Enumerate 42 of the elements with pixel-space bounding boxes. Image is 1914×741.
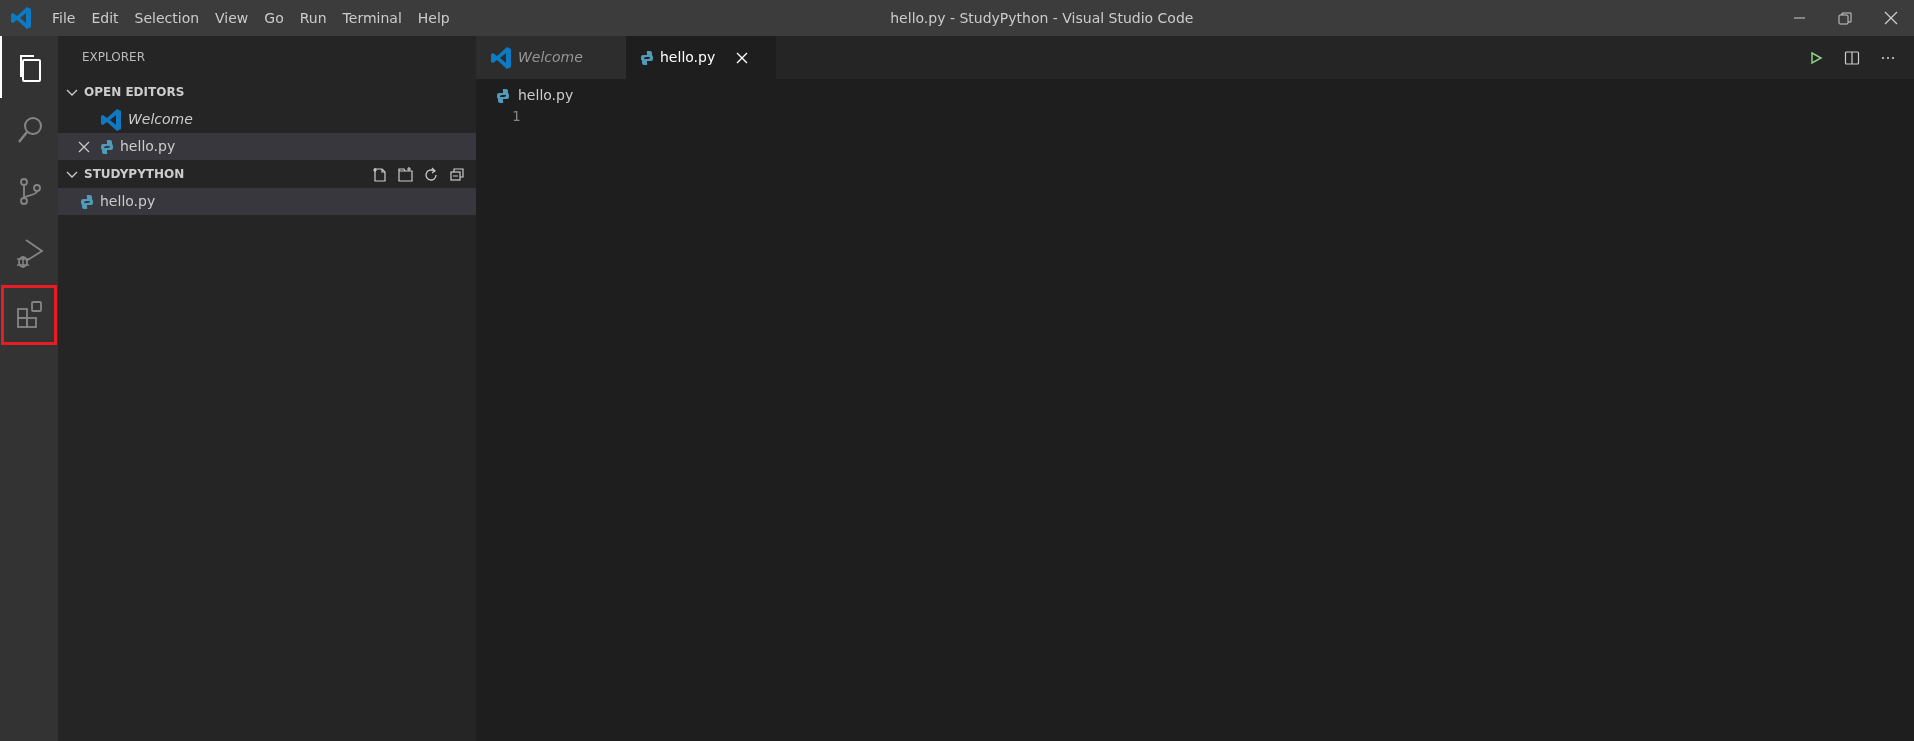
vscode-logo-icon bbox=[100, 107, 122, 132]
editor-tab[interactable]: Welcome bbox=[476, 36, 626, 79]
refresh-icon[interactable] bbox=[423, 166, 439, 182]
section-title[interactable]: STUDYPYTHON bbox=[84, 165, 366, 183]
sidebar-title: EXPLORER bbox=[81, 49, 146, 66]
breadcrumb[interactable]: hello.py bbox=[518, 85, 574, 106]
run-debug-icon[interactable] bbox=[14, 237, 46, 269]
menu-item[interactable]: Edit bbox=[83, 7, 127, 29]
close-icon[interactable] bbox=[735, 50, 750, 65]
file-list-item[interactable]: Welcome bbox=[58, 106, 476, 133]
vscode-logo-icon bbox=[10, 6, 32, 30]
menu-item[interactable]: Help bbox=[409, 7, 458, 29]
vscode-logo-icon bbox=[490, 45, 512, 70]
file-name[interactable]: Welcome bbox=[128, 109, 193, 130]
window-title: hello.py - StudyPython - Visual Studio Code bbox=[889, 8, 1195, 28]
menu-item[interactable]: Selection bbox=[126, 7, 208, 29]
line-number: 1 bbox=[511, 107, 522, 126]
section-title[interactable]: OPEN EDITORS bbox=[84, 83, 476, 101]
python-file-icon bbox=[496, 87, 510, 104]
file-list-item[interactable]: hello.py bbox=[58, 133, 476, 160]
file-list-item[interactable]: hello.py bbox=[58, 188, 476, 215]
menu-item[interactable]: View bbox=[207, 7, 257, 29]
close-icon[interactable] bbox=[1883, 10, 1899, 26]
section-header[interactable]: OPEN EDITORS bbox=[58, 78, 476, 106]
collapse-all-icon[interactable] bbox=[449, 166, 465, 182]
file-name[interactable]: hello.py bbox=[100, 191, 156, 212]
menu-item[interactable]: File bbox=[44, 7, 84, 29]
new-folder-icon[interactable] bbox=[397, 166, 413, 182]
file-name[interactable]: hello.py bbox=[120, 136, 176, 157]
menu-item[interactable]: Terminal bbox=[334, 7, 410, 29]
python-file-icon bbox=[80, 193, 94, 210]
run-icon[interactable] bbox=[1808, 49, 1824, 66]
new-file-icon[interactable] bbox=[371, 166, 387, 182]
editor-tab[interactable]: hello.py bbox=[626, 36, 776, 79]
restore-icon[interactable] bbox=[1837, 10, 1853, 26]
menu-item[interactable]: Run bbox=[291, 7, 335, 29]
split-editor-icon[interactable] bbox=[1844, 49, 1860, 66]
close-icon[interactable] bbox=[78, 140, 90, 153]
menu-item[interactable]: Go bbox=[256, 7, 292, 29]
section-header[interactable]: STUDYPYTHON bbox=[58, 160, 476, 188]
python-file-icon bbox=[640, 49, 654, 66]
python-file-icon bbox=[100, 138, 114, 155]
